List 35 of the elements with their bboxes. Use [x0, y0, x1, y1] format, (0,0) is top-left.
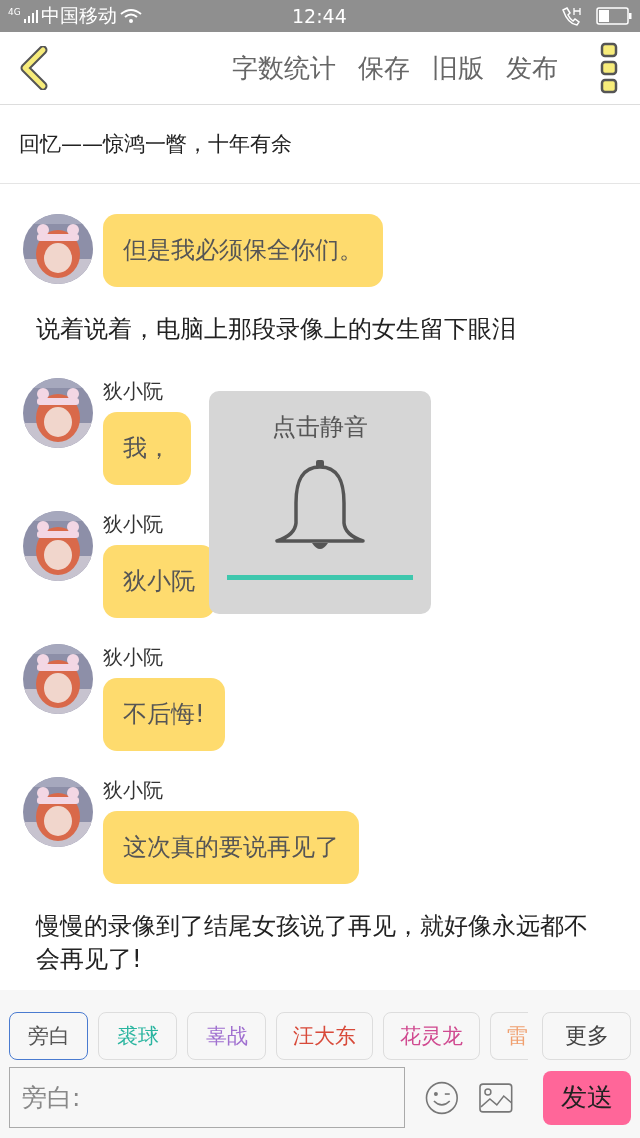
carrier-name: 中国移动 — [40, 3, 117, 28]
message-input[interactable]: 旁白: — [9, 1067, 406, 1128]
role-chip[interactable]: 花灵龙 — [383, 1012, 480, 1060]
wifi-icon — [119, 8, 142, 24]
role-chip[interactable]: 汪大东 — [276, 1012, 373, 1060]
popup-title: 点击静音 — [272, 412, 368, 443]
network-type: 4G — [8, 7, 21, 17]
clock: 12:44 — [292, 5, 347, 27]
battery-icon — [596, 7, 632, 25]
role-chip[interactable]: 旁白 — [9, 1012, 88, 1060]
send-button[interactable]: 发送 — [542, 1070, 631, 1125]
more-button[interactable]: 更多 — [542, 1012, 631, 1060]
toolbar-action[interactable]: 发布 — [506, 50, 558, 86]
image-icon[interactable] — [479, 1082, 513, 1113]
emoji-icon[interactable] — [425, 1080, 460, 1115]
message-bubble: 不后悔! — [103, 678, 225, 751]
speaker-name: 狄小阮 — [103, 378, 163, 405]
message-bubble: 这次真的要说再见了 — [103, 811, 359, 884]
chapter-title: 回忆——惊鸿一瞥，十年有余 — [0, 105, 640, 184]
narration-text: 慢慢的录像到了结尾女孩说了再见，就好像永远都不会再见了! — [34, 911, 589, 975]
speaker-name: 狄小阮 — [103, 777, 163, 804]
message-bubble: 但是我必须保全你们。 — [103, 214, 383, 287]
signal-icon — [23, 9, 38, 23]
menu-icon[interactable] — [600, 42, 618, 94]
back-icon[interactable] — [19, 46, 49, 90]
toolbar-action[interactable]: 保存 — [358, 50, 410, 86]
role-chip[interactable]: 辜战 — [187, 1012, 266, 1060]
toolbar-action[interactable]: 字数统计 — [232, 50, 336, 86]
message-bubble: 狄小阮 — [103, 545, 215, 618]
narration-text: 说着说着，电脑上那段录像上的女生留下眼泪 — [35, 314, 517, 345]
message-bubble: 我， — [103, 412, 191, 485]
mute-popup[interactable]: 点击静音 — [209, 391, 431, 614]
speaker-name: 狄小阮 — [103, 511, 163, 538]
toolbar-action[interactable]: 旧版 — [432, 50, 484, 86]
speaker-name: 狄小阮 — [103, 644, 163, 671]
